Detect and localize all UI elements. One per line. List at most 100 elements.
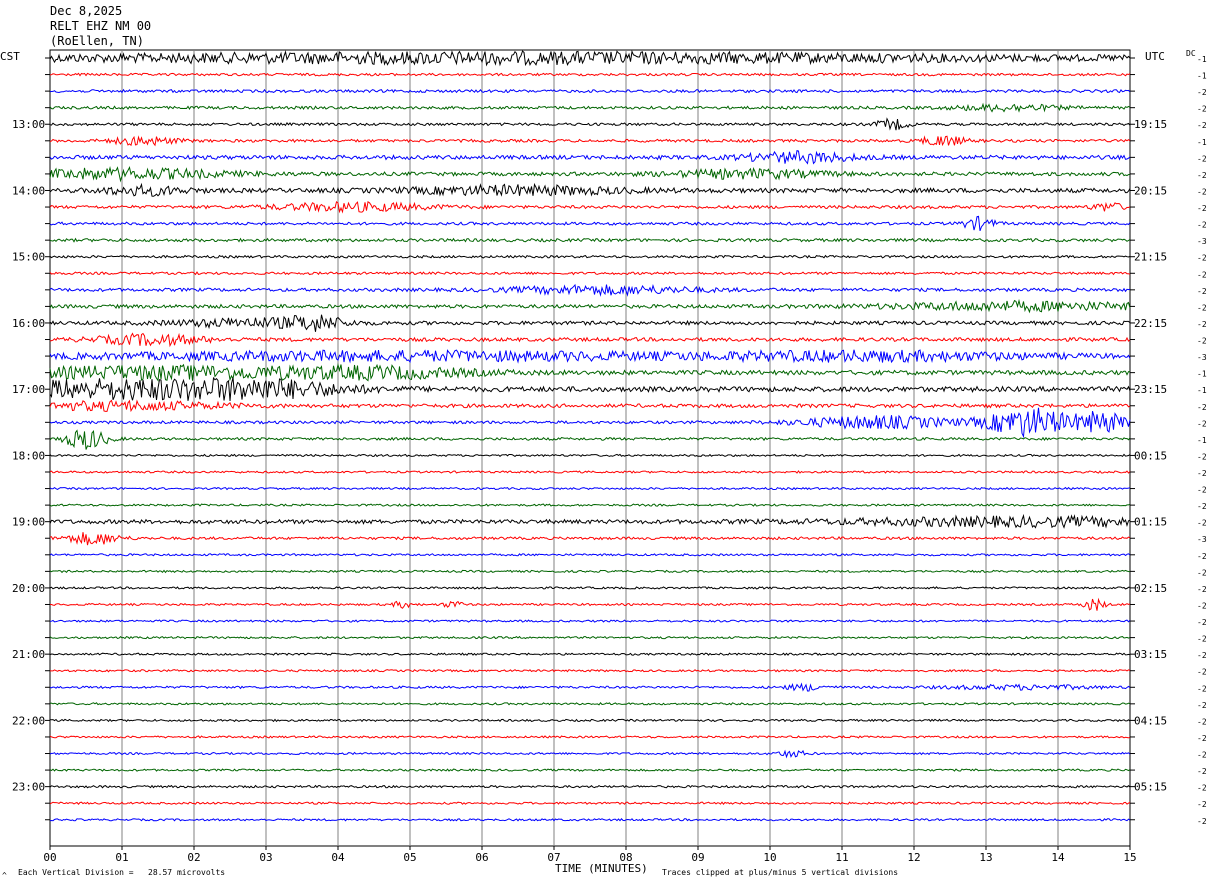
dc-offset-value: -2 [1197,751,1207,760]
seismic-trace [49,749,1131,759]
utc-hour-label: 00:15 [1134,449,1167,462]
x-tick-label: 05 [403,851,416,864]
helicorder-plot: 00 01 02 03 04 05 06 07 08 09 10 11 12 13 14 15-1-1-2-2… [12,49,1207,864]
dc-offset-value: -2 [1197,121,1207,130]
utc-hour-label: 02:15 [1134,582,1167,595]
dc-offset-value: -2 [1197,651,1207,660]
seismic-trace [49,635,1131,640]
seismic-trace [49,332,1131,348]
seismic-trace [49,503,1131,507]
cst-hour-label: 18:00 [12,449,45,462]
seismic-trace [50,597,1131,611]
dc-offset-value: -2 [1197,221,1207,230]
seismic-trace [49,298,1131,314]
seismic-trace [49,702,1131,706]
seismic-trace [50,668,1131,673]
seismic-trace [49,237,1131,243]
dc-offset-value: -2 [1197,204,1207,213]
dc-offset-value: -2 [1197,171,1207,180]
seismic-trace [49,486,1131,491]
cst-hour-label: 13:00 [12,118,45,131]
seismic-trace [49,682,1131,692]
dc-offset-value: -2 [1197,287,1207,296]
dc-offset-value: -2 [1197,800,1207,809]
cst-hour-label: 20:00 [12,582,45,595]
dc-offset-value: -2 [1197,784,1207,793]
dc-offset-value: -2 [1197,187,1207,196]
dc-offset-value: -2 [1197,154,1207,163]
seismic-trace [49,348,1131,364]
cst-hour-label: 19:00 [12,516,45,529]
x-tick-label: 00 [43,851,56,864]
dc-offset-value: -2 [1197,767,1207,776]
seismic-trace [49,215,1131,231]
seismic-trace [49,362,1131,382]
dc-offset-value: -2 [1197,502,1207,511]
dc-offset-value: -2 [1197,419,1207,428]
seismic-trace [49,470,1131,474]
dc-offset-value: -2 [1197,585,1207,594]
dc-offset-value: -2 [1197,701,1207,710]
seismic-trace [49,254,1131,259]
cst-hour-label: 22:00 [12,714,45,727]
cst-hour-label: 17:00 [12,383,45,396]
cst-hour-label: 14:00 [12,184,45,197]
dc-offset-value: -2 [1197,88,1207,97]
seismic-trace [49,182,1131,197]
vertical-division-note: Each Vertical Division = 28.57 microvolt… [18,868,226,877]
utc-hour-label: 19:15 [1134,118,1167,131]
dc-offset-value: -3 [1197,237,1207,246]
dc-offset-value: -2 [1197,684,1207,693]
dc-offset-value: -2 [1197,254,1207,263]
seismic-trace [49,399,1131,413]
dc-offset-value: -2 [1197,635,1207,644]
x-axis-title: TIME (MINUTES) [555,862,648,875]
x-tick-label: 14 [1051,851,1065,864]
dc-offset-value: -1 [1197,386,1207,395]
dc-offset-value: -2 [1197,337,1207,346]
seismic-trace [49,200,1131,214]
seismic-trace [49,49,1131,67]
x-tick-label: 13 [979,851,992,864]
seismic-trace [49,569,1131,574]
utc-hour-label: 20:15 [1134,184,1167,197]
dc-offset-value: -1 [1197,138,1207,147]
utc-hour-label: 21:15 [1134,251,1167,264]
seismic-trace [49,165,1131,183]
dc-offset-value: -3 [1197,535,1207,544]
seismic-trace [49,801,1131,806]
x-tick-label: 09 [691,851,704,864]
dc-offset-value: -2 [1197,668,1207,677]
cst-hour-label: 23:00 [12,781,45,794]
seismic-trace [49,718,1131,723]
plot-frame [49,49,1131,847]
x-tick-label: 11 [835,851,848,864]
seismic-trace [49,149,1131,165]
seismic-trace [49,619,1131,623]
dc-offset-value: -2 [1197,601,1207,610]
seismic-trace [49,117,1131,131]
dc-offset-value: -2 [1197,618,1207,627]
seismic-trace [49,652,1131,656]
x-tick-label: 12 [907,851,920,864]
dc-offset-value: -2 [1197,105,1207,114]
x-tick-label: 02 [187,851,200,864]
dc-offset-value: -2 [1197,817,1207,826]
cst-hour-label: 16:00 [12,317,45,330]
corner-mark: ^ [2,871,7,880]
seismic-trace [49,735,1131,739]
dc-offset-value: -2 [1197,403,1207,412]
dc-offset-value: -1 [1197,72,1207,81]
dc-offset-value: -2 [1197,469,1207,478]
seismic-trace [49,376,1131,401]
dc-offset-value: -2 [1197,717,1207,726]
seismic-trace [49,453,1131,458]
dc-offset-value: -2 [1197,734,1207,743]
seismic-trace [49,314,1131,332]
dc-offset-value: -1 [1197,370,1207,379]
seismic-trace [49,818,1131,822]
seismic-trace [49,768,1131,772]
dc-offset-value: -3 [1197,353,1207,362]
seismic-trace [49,102,1131,113]
dc-offset-value: -1 [1197,55,1207,64]
